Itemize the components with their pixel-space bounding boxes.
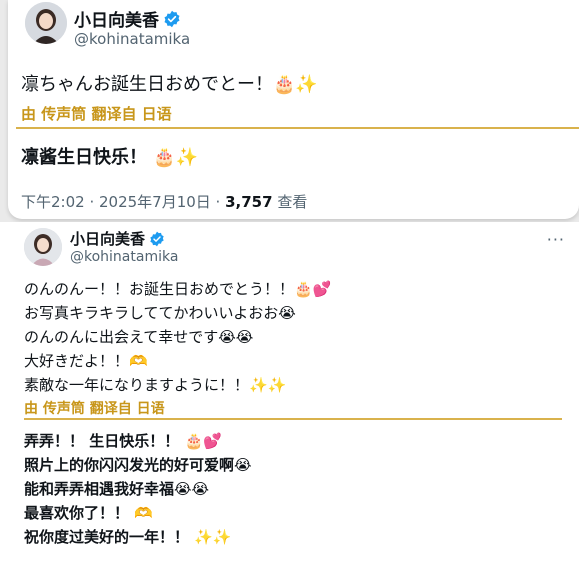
tweet-line: 大好きだよ！！🫶 — [24, 352, 148, 370]
more-options-button[interactable]: ··· — [547, 230, 565, 249]
translated-line: 弄弄！！ 生日快乐！！ 🎂💕 — [24, 432, 222, 450]
tweet-card-primary: 小日向美香 @kohinatamika 凛ちゃんお誕生日おめでとー！🎂✨ 由 传… — [8, 0, 579, 219]
display-name[interactable]: 小日向美香 — [70, 228, 165, 249]
display-name-text: 小日向美香 — [70, 230, 146, 248]
tweet-card-secondary: 小日向美香 @kohinatamika ··· のんのんー！！お誕生日おめでとう… — [0, 222, 579, 565]
display-name[interactable]: 小日向美香 — [74, 6, 181, 31]
translated-line: 照片上的你闪闪发光的好可爱啊😭 — [24, 456, 252, 474]
tweet-text: 凛ちゃんお誕生日おめでとー！🎂✨ — [21, 74, 318, 95]
translated-line: 能和弄弄相遇我好幸福😭😭 — [24, 480, 210, 498]
translated-line: 祝你度过美好的一年！！ ✨✨ — [24, 528, 232, 546]
translate-attribution[interactable]: 由 传声筒 翻译自 日语 — [21, 103, 172, 124]
avatar-portrait-icon — [25, 2, 67, 44]
handle[interactable]: @kohinatamika — [70, 249, 178, 265]
tweet-line: のんのんに出会えて幸せです😭😭 — [24, 328, 254, 346]
translated-line: 最喜欢你了！！ 🫶 — [24, 504, 153, 522]
avatar[interactable] — [24, 228, 62, 266]
handle[interactable]: @kohinatamika — [74, 30, 190, 48]
translate-attribution[interactable]: 由 传声筒 翻译自 日语 — [24, 398, 165, 418]
views-count: 3,757 — [225, 193, 273, 211]
tweet-line: お写真キラキラしててかわいいよおお😭 — [24, 304, 296, 322]
timestamp[interactable]: 下午2:02 · 2025年7月10日 · — [21, 193, 225, 211]
tweet-meta: 下午2:02 · 2025年7月10日 · 3,757 查看 — [21, 191, 307, 212]
verified-badge-icon — [164, 10, 180, 27]
translation-divider — [24, 418, 562, 420]
translated-text: 凛酱生日快乐！ 🎂✨ — [21, 147, 199, 168]
avatar-portrait-icon — [24, 228, 62, 266]
tweet-line: のんのんー！！お誕生日おめでとう！！🎂💕 — [24, 280, 332, 298]
avatar[interactable] — [25, 2, 67, 44]
translation-divider — [16, 127, 579, 129]
display-name-text: 小日向美香 — [74, 11, 159, 31]
verified-badge-icon — [150, 231, 164, 246]
tweet-line: 素敵な一年になりますように！！✨✨ — [24, 376, 287, 394]
views-label: 查看 — [272, 193, 308, 211]
